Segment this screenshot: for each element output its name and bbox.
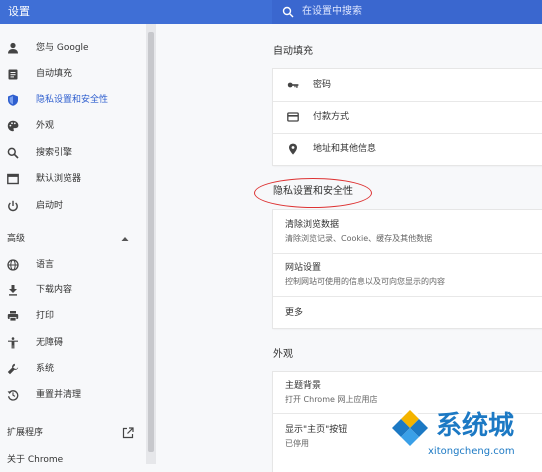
row-subtitle: 控制网站可使用的信息以及可向您显示的内容 [285,277,445,286]
section-title-appearance: 外观 [273,349,293,360]
download-icon [9,285,17,296]
autofill-row-addresses[interactable]: 地址和其他信息 [273,134,542,165]
sidebar-item-label: 搜索引擎 [36,148,73,158]
shield-icon [8,94,18,106]
chevron-up-icon[interactable] [121,235,129,243]
row-subtitle: 打开 Chrome 网上应用店 [285,395,378,404]
sidebar-item-printing[interactable]: 打印 [0,304,146,328]
row-subtitle: 已停用 [285,439,309,448]
sidebar-item-privacy[interactable]: 隐私设置和安全性 [0,88,146,112]
printer-icon [7,311,19,322]
sidebar-item-label: 您与 Google [36,43,89,53]
wrench-icon [7,363,19,375]
location-pin-icon [289,143,297,155]
sidebar-item-label: 系统 [36,364,55,374]
autofill-card: 密码 付款方式 地址和其他信息 [273,69,542,165]
row-label: 地址和其他信息 [313,144,377,154]
row-label: 密码 [313,80,332,90]
privacy-row-clear-browsing-data[interactable]: 清除浏览数据 清除浏览记录、Cookie、缓存及其他数据 [273,210,542,253]
external-link-icon[interactable] [122,427,134,439]
sidebar-item-search-engine[interactable]: 搜索引擎 [0,141,146,165]
sidebar-item-reset[interactable]: 重置并清理 [0,383,146,407]
watermark-url: xitongcheng.com [428,446,515,457]
sidebar-item-label: 无障碍 [36,338,64,348]
browser-icon [7,173,19,185]
sidebar-item-label: 下载内容 [36,285,73,295]
search-input[interactable]: 在设置中搜索 [302,4,362,20]
more-label: 更多 [285,308,304,318]
row-subtitle: 清除浏览记录、Cookie、缓存及其他数据 [285,234,433,243]
sidebar-item-system[interactable]: 系统 [0,357,146,381]
autofill-row-passwords[interactable]: 密码 [273,69,542,101]
globe-icon [7,259,19,271]
sidebar-item-label: 语言 [36,260,55,270]
section-title-autofill: 自动填充 [273,46,313,57]
watermark: 系统城 xitongcheng.com [388,405,542,464]
row-label: 付款方式 [313,112,350,122]
diamond-logo-icon [388,405,432,449]
sidebar-item-you-and-google[interactable]: 您与 Google [0,36,146,60]
row-title: 清除浏览数据 [285,220,340,230]
sidebar-item-label: 默认浏览器 [36,174,82,184]
annotation-ellipse [254,178,372,208]
power-icon [8,200,18,212]
sidebar-item-downloads[interactable]: 下载内容 [0,278,146,302]
watermark-title: 系统城 [436,411,515,441]
privacy-row-site-settings[interactable]: 网站设置 控制网站可使用的信息以及可向您显示的内容 [273,254,542,296]
sidebar-item-label: 关于 Chrome [7,455,64,465]
advanced-toggle[interactable]: 高级 [7,232,25,246]
sidebar-item-label: 扩展程序 [7,428,44,438]
sidebar-item-label: 自动填充 [36,69,73,79]
privacy-card: 清除浏览数据 清除浏览记录、Cookie、缓存及其他数据 网站设置 控制网站可使… [273,210,542,328]
sidebar-item-default-browser[interactable]: 默认浏览器 [0,167,146,191]
row-title: 主题背景 [285,381,322,391]
sidebar-item-on-startup[interactable]: 启动时 [0,194,146,218]
sidebar-item-languages[interactable]: 语言 [0,253,146,277]
search-icon [7,147,19,159]
sidebar-item-about[interactable]: 关于 Chrome [0,448,146,472]
sidebar-item-label: 隐私设置和安全性 [36,95,109,105]
history-icon [7,390,19,401]
sidebar-item-label: 打印 [36,311,55,321]
autofill-row-payment[interactable]: 付款方式 [273,102,542,133]
sidebar-item-label: 重置并清理 [36,390,82,400]
sidebar-scroll-thumb[interactable] [148,32,154,452]
row-title: 显示"主页"按钮 [285,425,348,435]
sidebar-item-label: 启动时 [36,201,64,211]
top-bar: 设置 在设置中搜索 [0,0,542,24]
search-icon [282,6,294,18]
clipboard-icon [8,69,18,80]
search-bar[interactable]: 在设置中搜索 [272,0,542,24]
credit-card-icon [287,112,299,122]
person-icon [8,42,18,54]
key-icon [287,82,299,88]
app-title: 设置 [8,5,30,18]
sidebar-item-appearance[interactable]: 外观 [0,114,146,138]
palette-icon [7,120,19,132]
privacy-row-more[interactable]: 更多 [273,297,542,328]
sidebar-item-autofill[interactable]: 自动填充 [0,62,146,86]
row-title: 网站设置 [285,263,322,273]
accessibility-icon [8,337,18,349]
sidebar-item-label: 外观 [36,121,55,131]
sidebar-item-accessibility[interactable]: 无障碍 [0,331,146,355]
